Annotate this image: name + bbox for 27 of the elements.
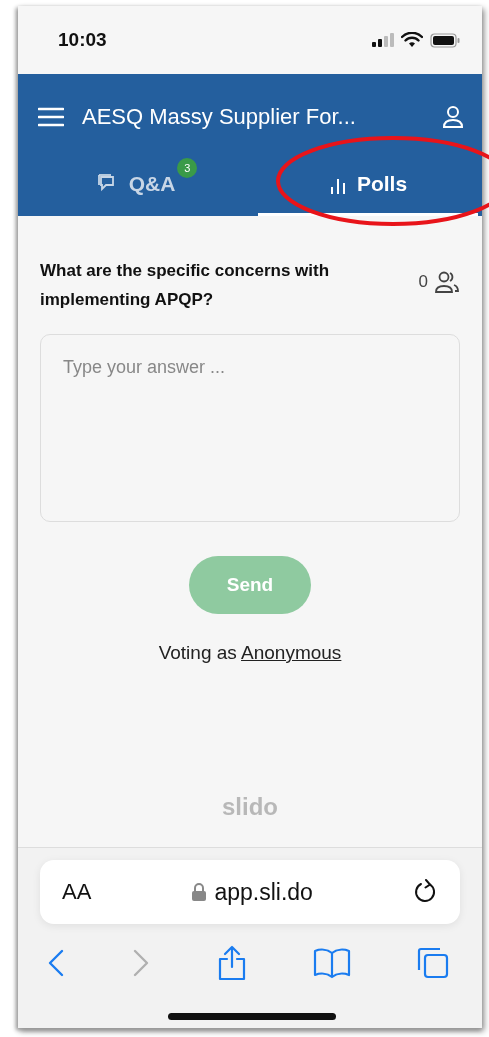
count-badge: 3 xyxy=(177,157,198,178)
text-size-button[interactable]: AA xyxy=(62,879,92,905)
anonymous-link[interactable]: Anonymous xyxy=(241,642,342,663)
participant-count: 0 xyxy=(418,272,428,292)
forward-chevron-icon xyxy=(131,948,151,978)
share-icon xyxy=(216,944,248,982)
brand-logo-text: slido xyxy=(222,793,278,821)
lock-icon xyxy=(192,883,207,901)
user-icon[interactable] xyxy=(442,105,464,129)
answer-field[interactable]: Type your answer ... xyxy=(40,334,460,522)
menu-icon[interactable] xyxy=(38,107,64,127)
back-chevron-icon xyxy=(46,948,66,978)
tab[interactable]: Q&A 3 xyxy=(26,160,246,216)
open-book-icon xyxy=(313,947,351,979)
people-icon xyxy=(434,270,460,294)
tab[interactable]: Polls xyxy=(258,160,478,216)
signal-icon xyxy=(372,33,394,47)
wifi-icon xyxy=(401,32,423,48)
address-bar[interactable]: AA app.sli.do xyxy=(40,860,460,924)
tabs-icon xyxy=(416,946,450,980)
battery-icon xyxy=(430,32,460,48)
status-time: 10:03 xyxy=(58,29,107,51)
event-title: AESQ Massy Supplier For... xyxy=(82,104,357,130)
poll-question: What are the specific concerns with implementing APQP? xyxy=(40,260,331,311)
reload-icon[interactable] xyxy=(414,879,438,905)
url-text: app.sli.do xyxy=(214,878,313,906)
voting-as-text: Voting as Anonymous xyxy=(158,642,342,664)
